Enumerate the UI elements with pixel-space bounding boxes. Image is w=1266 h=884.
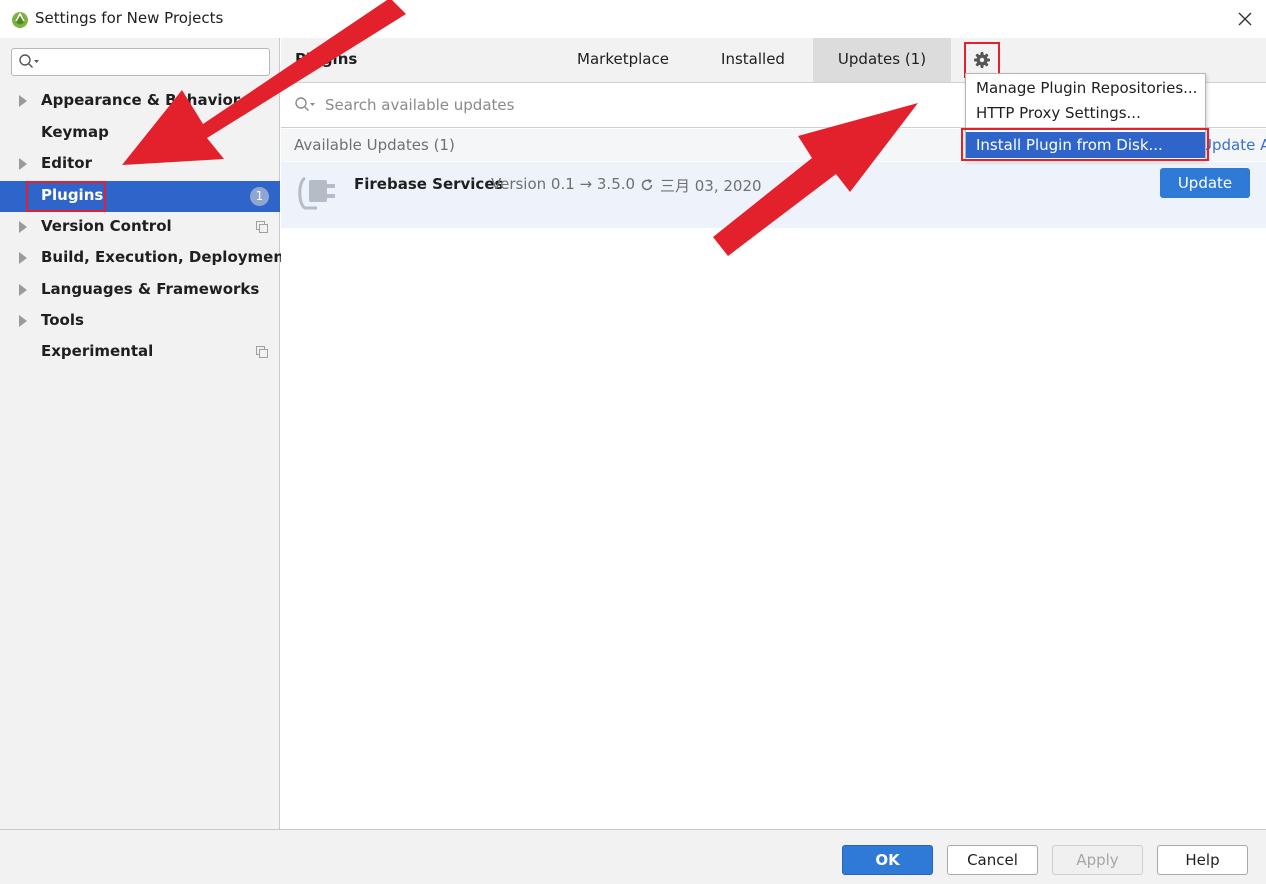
help-button[interactable]: Help [1157,845,1248,875]
tab-installed[interactable]: Installed [693,38,813,82]
title-bar: Settings for New Projects [0,0,1266,38]
update-all-link[interactable]: Update All [1201,136,1266,154]
available-updates-label: Available Updates (1) [294,136,455,154]
annotation-highlight-plugins [26,181,106,212]
sidebar-item-label: Version Control [41,217,172,235]
tab-updates[interactable]: Updates (1) [813,38,951,82]
expand-arrow-icon[interactable] [19,252,27,264]
plugin-name: Firebase Services [354,175,504,193]
plugin-update-row[interactable]: Firebase Services Version 0.1 → 3.5.0 三月… [281,162,1266,228]
updates-count-badge: 1 [250,187,269,206]
sidebar-item-label: Keymap [41,123,109,141]
settings-sidebar: Appearance & Behavior Keymap Editor Plug… [0,38,291,829]
annotation-highlight-install-from-disk [961,128,1209,161]
ok-button[interactable]: OK [842,845,933,875]
copy-icon [256,346,268,358]
sidebar-item-label: Editor [41,154,92,172]
menu-item-http-proxy-settings[interactable]: HTTP Proxy Settings... [966,100,1205,126]
sidebar-item-version-control[interactable]: Version Control [0,212,280,243]
copy-icon [256,221,268,233]
expand-arrow-icon[interactable] [19,315,27,327]
sidebar-item-languages-frameworks[interactable]: Languages & Frameworks [0,275,280,306]
sidebar-item-build-execution-deployment[interactable]: Build, Execution, Deployment [0,243,291,274]
expand-arrow-icon[interactable] [19,95,27,107]
sidebar-item-label: Build, Execution, Deployment [41,248,292,266]
search-placeholder: Search available updates [325,96,515,114]
sidebar-item-label: Tools [41,311,84,329]
close-button[interactable] [1232,6,1258,32]
update-button[interactable]: Update [1160,168,1250,198]
settings-dialog: Settings for New Projects Appearance & B… [0,0,1266,884]
expand-arrow-icon[interactable] [19,221,27,233]
sidebar-item-appearance-behavior[interactable]: Appearance & Behavior [0,86,280,117]
gear-icon [974,52,990,68]
menu-item-manage-repositories[interactable]: Manage Plugin Repositories... [966,75,1205,101]
window-title: Settings for New Projects [35,9,224,27]
plugin-release-date: 三月 03, 2020 [660,177,762,195]
cancel-button[interactable]: Cancel [947,845,1038,875]
sidebar-item-keymap[interactable]: Keymap [0,118,280,149]
plug-icon [298,176,335,210]
sidebar-item-editor[interactable]: Editor [0,149,280,180]
search-icon [19,54,39,68]
expand-arrow-icon[interactable] [19,284,27,296]
sidebar-item-experimental[interactable]: Experimental [0,337,280,368]
dialog-footer: OK Cancel Apply Help [0,829,1266,884]
sidebar-search-input[interactable] [11,48,270,76]
tab-marketplace[interactable]: Marketplace [553,38,693,82]
apply-button[interactable]: Apply [1052,845,1143,875]
plugin-version: Version 0.1 → 3.5.0 [491,175,636,193]
close-icon [1238,12,1252,26]
android-studio-icon [12,12,28,28]
section-title: Plugins [295,50,358,68]
search-icon [295,97,315,111]
expand-arrow-icon[interactable] [19,158,27,170]
sidebar-item-label: Languages & Frameworks [41,280,260,298]
sidebar-item-label: Experimental [41,342,154,360]
sidebar-item-label: Appearance & Behavior [41,91,241,109]
sidebar-item-tools[interactable]: Tools [0,306,280,337]
refresh-icon [641,179,653,191]
